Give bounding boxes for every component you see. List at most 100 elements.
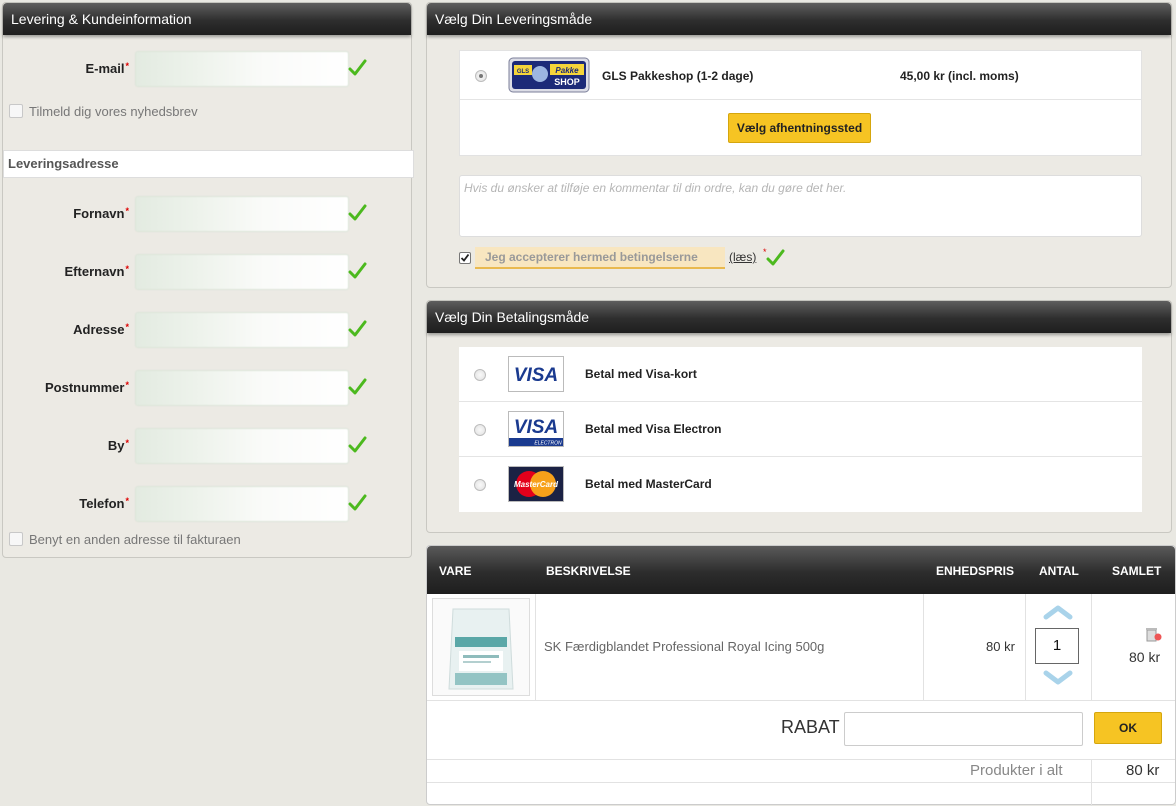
payment-option-visa-electron[interactable]: VISA ELECTRON Betal med Visa Electron [459, 402, 1142, 457]
discount-code-input[interactable] [844, 712, 1083, 746]
valid-check-icon [348, 378, 367, 395]
postcode-field[interactable] [135, 370, 349, 406]
phone-label: Telefon* [79, 496, 129, 511]
gls-logo-bottom-text: SHOP [554, 77, 580, 87]
checkmark-icon [460, 253, 470, 262]
gls-radio[interactable] [475, 70, 487, 82]
lastname-label: Efternavn* [65, 264, 129, 279]
valid-check-icon [766, 249, 785, 266]
address-label-text: Adresse [73, 322, 125, 337]
col-description: BESKRIVELSE [546, 564, 631, 578]
customer-info-panel: Levering & Kundeinformation E-mail* Tilm… [2, 2, 414, 558]
product-thumbnail[interactable] [432, 598, 530, 696]
shipping-title: Vælg Din Leveringsmåde [427, 3, 1171, 35]
product-description[interactable]: SK Færdigblandet Professional Royal Icin… [544, 639, 824, 654]
newsletter-label: Tilmeld dig vores nyhedsbrev [29, 104, 198, 119]
email-field[interactable] [135, 51, 349, 87]
valid-check-icon [348, 59, 367, 76]
firstname-label-text: Fornavn [73, 206, 125, 221]
valid-check-icon [348, 320, 367, 337]
divider [923, 594, 924, 700]
gls-pakkeshop-logo: GLS Pakke SHOP [508, 57, 590, 93]
payment-option-mastercard[interactable]: MasterCard Betal med MasterCard [459, 457, 1142, 512]
col-total: SAMLET [1112, 564, 1162, 578]
city-field[interactable] [135, 428, 349, 464]
firstname-field[interactable] [135, 196, 349, 232]
visa-logo: VISA [508, 356, 564, 392]
qty-increase-icon[interactable] [1043, 604, 1073, 620]
product-total: 80 kr [1129, 649, 1161, 665]
divider [1091, 594, 1092, 700]
valid-check-icon [348, 436, 367, 453]
divider [1025, 594, 1026, 700]
terms-checkbox[interactable] [459, 252, 471, 264]
shipping-option-price: 45,00 kr (incl. moms) [900, 69, 1019, 83]
address-label: Adresse* [73, 322, 129, 337]
read-terms-link[interactable]: (læs) [729, 250, 756, 264]
city-row: By* [3, 426, 411, 466]
postcode-label: Postnummer* [45, 380, 129, 395]
divider [460, 99, 1141, 100]
address-row: Adresse* [3, 310, 411, 350]
valid-check-icon [348, 204, 367, 221]
mastercard-radio[interactable] [474, 479, 486, 491]
cart-panel: VARE BESKRIVELSE ENHEDSPRIS ANTAL SAMLET… [426, 545, 1176, 806]
divider [427, 782, 1175, 783]
newsletter-checkbox[interactable] [9, 104, 23, 118]
product-image [448, 608, 514, 690]
required-mark: * [125, 61, 129, 71]
payment-option-visa[interactable]: VISA Betal med Visa-kort [459, 347, 1142, 402]
required-mark: * [125, 438, 129, 448]
visa-radio[interactable] [474, 369, 486, 381]
divider [427, 759, 1175, 760]
required-mark: * [125, 380, 129, 390]
email-row: E-mail* [3, 49, 411, 89]
products-total-value: 80 kr [1126, 762, 1160, 779]
visa-electron-logo: VISA ELECTRON [508, 411, 564, 447]
alt-invoice-address-label: Benyt en anden adresse til fakturaen [29, 532, 241, 547]
required-mark: * [125, 264, 129, 274]
discount-ok-button[interactable]: OK [1094, 712, 1162, 744]
cart-header: VARE BESKRIVELSE ENHEDSPRIS ANTAL SAMLET [427, 546, 1175, 594]
choose-pickup-point-button[interactable]: Vælg afhentningssted [728, 113, 871, 143]
visa-label: Betal med Visa-kort [585, 367, 697, 381]
lastname-label-text: Efternavn [64, 264, 125, 279]
qty-decrease-icon[interactable] [1043, 670, 1073, 686]
col-unit-price: ENHEDSPRIS [936, 564, 1015, 578]
mastercard-label: Betal med MasterCard [585, 477, 712, 491]
order-comment-field[interactable]: Hvis du ønsker at tilføje en kommentar t… [459, 175, 1142, 237]
divider [535, 594, 536, 700]
required-mark: * [125, 322, 129, 332]
visa-electron-radio[interactable] [474, 424, 486, 436]
phone-row: Telefon* [3, 484, 411, 524]
shipping-option-box: GLS Pakke SHOP GLS Pakkeshop (1-2 dage) … [459, 50, 1142, 156]
city-label-text: By [107, 438, 125, 453]
required-mark: * [125, 496, 129, 506]
phone-label-text: Telefon [79, 496, 125, 511]
address-field[interactable] [135, 312, 349, 348]
delete-item-icon[interactable] [1144, 626, 1162, 642]
shipping-panel: Vælg Din Leveringsmåde GLS Pakke SHOP GL… [426, 2, 1172, 288]
accept-terms-label[interactable]: Jeg accepterer hermed betingelserne [475, 247, 725, 269]
quantity-input[interactable]: 1 [1035, 628, 1079, 664]
mastercard-logo-text: MasterCard [514, 480, 559, 489]
firstname-row: Fornavn* [3, 194, 411, 234]
phone-field[interactable] [135, 486, 349, 522]
email-label: E-mail* [85, 61, 129, 76]
lastname-field[interactable] [135, 254, 349, 290]
mastercard-logo: MasterCard [508, 466, 564, 502]
alt-invoice-address-checkbox[interactable] [9, 532, 23, 546]
gls-logo-top-text: Pakke [555, 66, 579, 75]
discount-label: RABAT [781, 717, 840, 737]
products-total-label: Produkter i alt [970, 762, 1063, 779]
email-label-text: E-mail [85, 61, 125, 76]
payment-panel: Vælg Din Betalingsmåde VISA Betal med Vi… [426, 300, 1172, 533]
payment-title: Vælg Din Betalingsmåde [427, 301, 1171, 333]
gls-logo-small-text: GLS [517, 69, 529, 75]
visa-logo-text: VISA [514, 365, 558, 386]
visa-electron-sub-text: ELECTRON [534, 441, 562, 447]
col-item: VARE [439, 564, 472, 578]
col-qty: ANTAL [1039, 564, 1079, 578]
delivery-address-section-title: Leveringsadresse [3, 150, 414, 178]
divider [427, 700, 1175, 701]
